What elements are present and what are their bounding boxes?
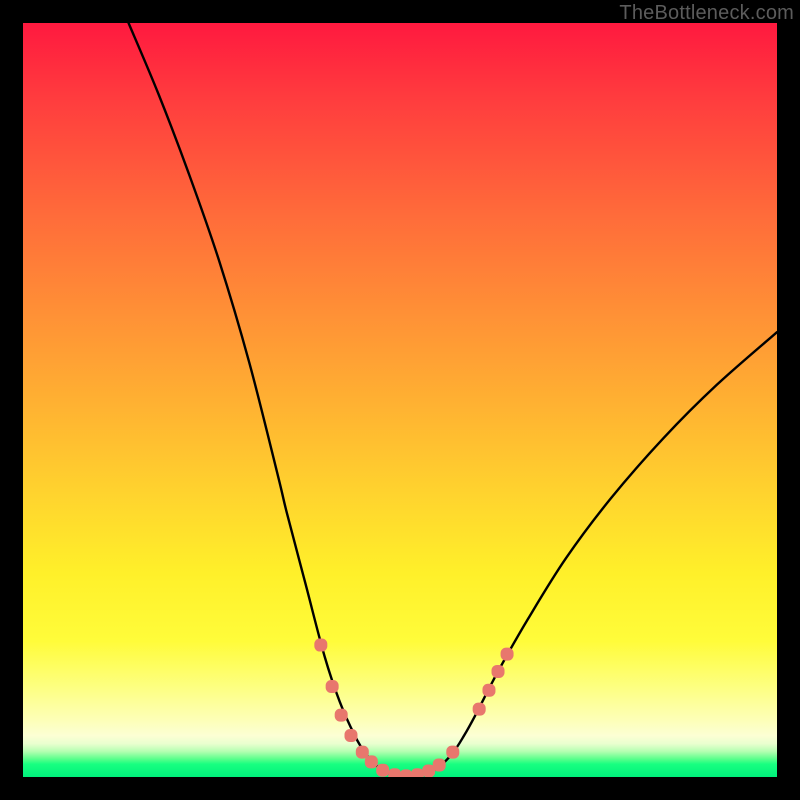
highlight-dot	[411, 768, 424, 777]
highlight-dot	[344, 729, 357, 742]
highlight-dot	[365, 755, 378, 768]
highlight-dot	[492, 665, 505, 678]
highlight-dot	[314, 639, 327, 652]
watermark-text: TheBottleneck.com	[619, 2, 794, 25]
highlight-dot	[400, 769, 413, 777]
chart-plot-area	[23, 23, 777, 777]
highlight-dot	[326, 680, 339, 693]
highlight-dot	[473, 703, 486, 716]
highlight-dot	[356, 746, 369, 759]
highlight-dot	[388, 768, 401, 777]
bottleneck-curve-path	[129, 23, 777, 776]
highlight-dot	[376, 764, 389, 777]
highlight-dot	[501, 648, 514, 661]
highlight-dot	[446, 746, 459, 759]
highlight-dot	[335, 709, 348, 722]
highlight-dots-group	[314, 639, 513, 777]
chart-svg-layer	[23, 23, 777, 777]
highlight-dot	[433, 758, 446, 771]
chart-outer-frame: TheBottleneck.com	[0, 0, 800, 800]
highlight-dot	[482, 684, 495, 697]
